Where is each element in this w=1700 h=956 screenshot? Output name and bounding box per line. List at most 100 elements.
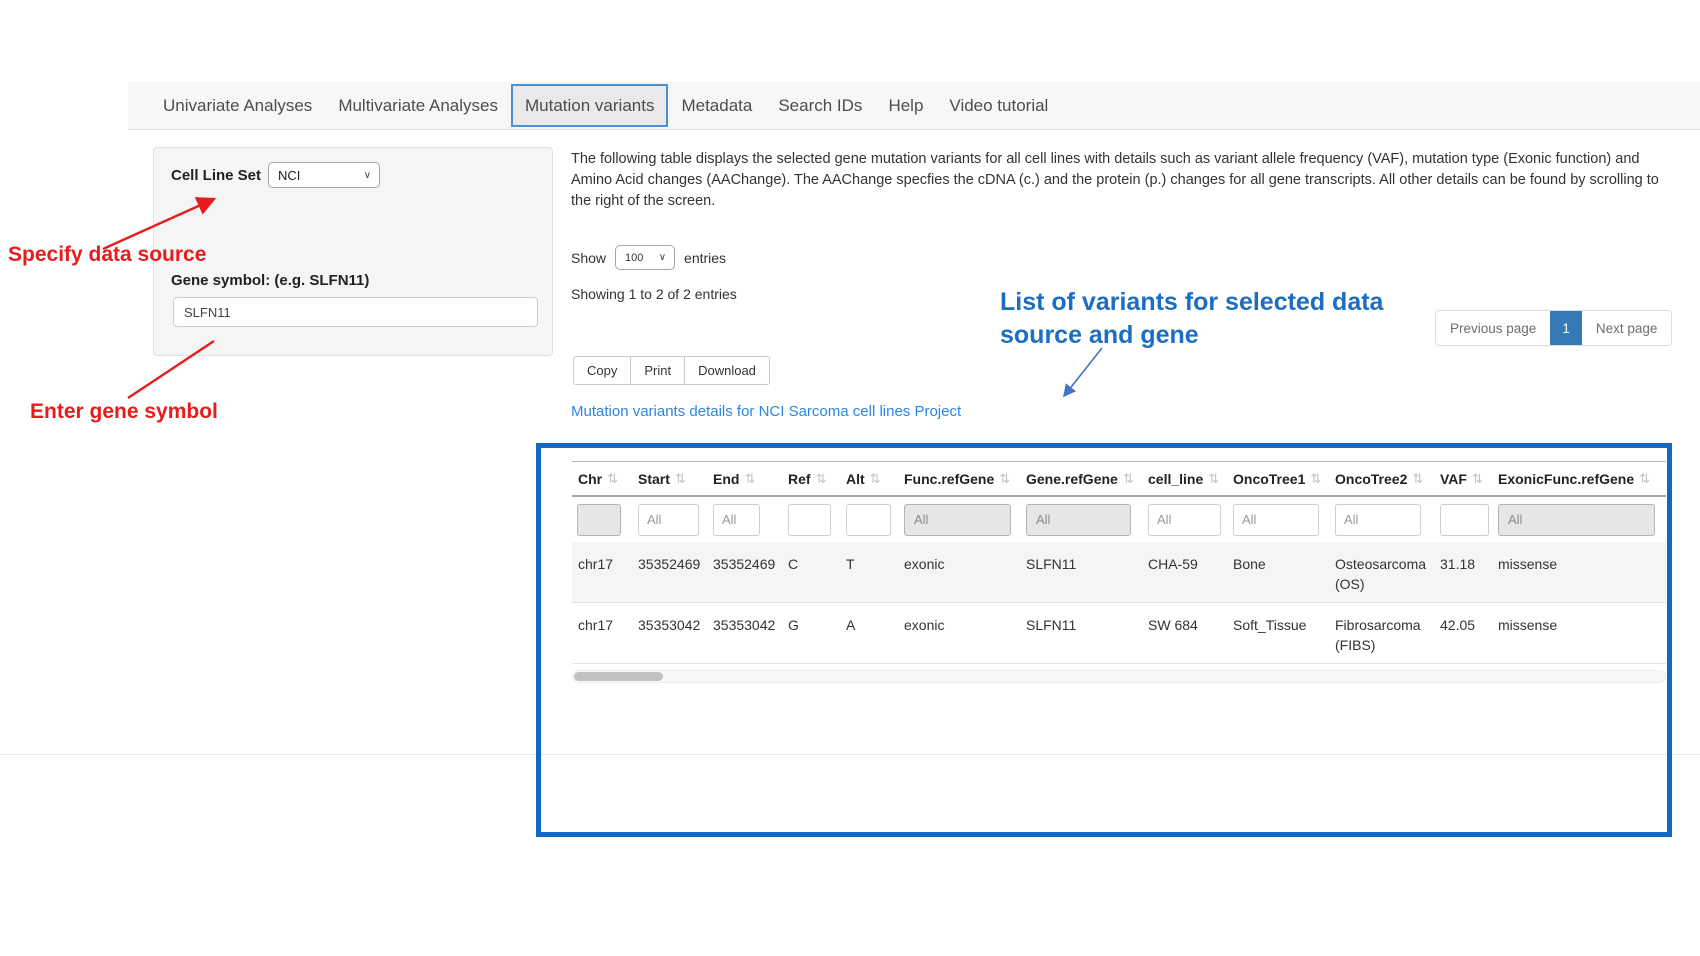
show-entries-select[interactable]: 100 ∨ (615, 245, 675, 270)
column-filter-cell-line[interactable] (1148, 504, 1221, 536)
column-header-label: cell_line (1148, 471, 1203, 487)
sort-icon[interactable]: ⇅ (675, 471, 686, 487)
cell-line-set-label: Cell Line Set (171, 167, 261, 184)
table-cell-cell-line: SW 684 (1148, 603, 1233, 663)
sort-icon[interactable]: ⇅ (607, 471, 618, 487)
filter-cell-gene-refgene: All (1026, 504, 1148, 536)
column-header-end[interactable]: End ⇅ (713, 462, 788, 495)
column-filter-start[interactable] (638, 504, 699, 536)
chevron-down-icon: ∨ (645, 252, 666, 263)
column-header-start[interactable]: Start⇅ (638, 462, 713, 495)
filter-cell-oncotree2 (1335, 504, 1440, 536)
scrollbar-thumb[interactable] (574, 672, 663, 681)
sort-icon[interactable]: ⇅ (744, 471, 755, 487)
sort-icon[interactable]: ⇅ (1412, 471, 1423, 487)
blue-arrow-to-table (1064, 348, 1102, 396)
table-cell-ref: G (788, 603, 846, 663)
filter-cell-start (638, 504, 713, 536)
cell-line-set-select[interactable]: NCI ∨ (268, 162, 380, 188)
column-header-chr[interactable]: Chr ⇅ (572, 462, 638, 495)
table-filter-row: All All All (572, 497, 1666, 542)
annotation-list-of-variants: List of variants for selected data sourc… (1000, 286, 1383, 352)
sort-icon[interactable]: ⇅ (1208, 471, 1219, 487)
column-header-cell-line[interactable]: cell_line ⇅ (1148, 462, 1233, 495)
tab-metadata[interactable]: Metadata (668, 82, 765, 129)
page-1-button[interactable]: 1 (1550, 311, 1582, 345)
table-cell-end: 35353042 (713, 603, 788, 663)
sort-icon[interactable]: ⇅ (870, 471, 881, 487)
column-filter-oncotree2[interactable] (1335, 504, 1421, 536)
previous-page-button[interactable]: Previous page (1436, 311, 1550, 345)
tab-univariate-analyses[interactable]: Univariate Analyses (150, 82, 325, 129)
filter-cell-oncotree1 (1233, 504, 1335, 536)
show-entries-value: 100 (625, 252, 643, 264)
table-row[interactable]: chr173535246935352469CTexonicSLFN11CHA-5… (572, 542, 1666, 603)
column-header-label: ExonicFunc.refGene (1498, 471, 1634, 487)
show-label: Show (571, 250, 606, 266)
sort-icon[interactable]: ⇅ (1472, 471, 1483, 487)
copy-button[interactable]: Copy (573, 356, 631, 385)
column-header-func-refgene[interactable]: Func.refGene⇅ (904, 462, 1026, 495)
table-cell-oncotree1: Soft_Tissue (1233, 603, 1335, 663)
column-header-oncotree1[interactable]: OncoTree1 ⇅ (1233, 462, 1335, 495)
download-button[interactable]: Download (685, 356, 770, 385)
next-page-button[interactable]: Next page (1582, 311, 1672, 345)
print-button[interactable]: Print (631, 356, 685, 385)
table-cell-exonicfunc-refgene: missense (1498, 542, 1666, 602)
tab-video-tutorial[interactable]: Video tutorial (936, 82, 1061, 129)
table-row[interactable]: chr173535304235353042GAexonicSLFN11SW 68… (572, 603, 1666, 664)
annotation-specify-data-source: Specify data source (8, 243, 206, 267)
table-cell-func-refgene: exonic (904, 603, 1026, 663)
table-cell-gene-refgene: SLFN11 (1026, 603, 1148, 663)
table-cell-func-refgene: exonic (904, 542, 1026, 602)
filter-cell-ref (788, 504, 846, 536)
table-cell-ref: C (788, 542, 846, 602)
column-filter-gene-refgene[interactable]: All (1026, 504, 1131, 536)
table-cell-oncotree2: Osteosarcoma (OS) (1335, 542, 1440, 602)
tab-multivariate-analyses[interactable]: Multivariate Analyses (325, 82, 511, 129)
column-filter-end[interactable] (713, 504, 760, 536)
filter-cell-func-refgene: All (904, 504, 1026, 536)
column-filter-exonicfunc-refgene[interactable]: All (1498, 504, 1655, 536)
tab-help[interactable]: Help (875, 82, 936, 129)
gene-symbol-input[interactable] (173, 297, 538, 327)
column-filter-oncotree1[interactable] (1233, 504, 1319, 536)
tab-search-ids[interactable]: Search IDs (765, 82, 875, 129)
column-header-gene-refgene[interactable]: Gene.refGene⇅ (1026, 462, 1148, 495)
chevron-down-icon: ∨ (338, 170, 371, 181)
table-cell-oncotree1: Bone (1233, 542, 1335, 602)
sort-icon[interactable]: ⇅ (816, 471, 827, 487)
column-header-label: End (713, 471, 739, 487)
table-cell-exonicfunc-refgene: missense (1498, 603, 1666, 663)
table-cell-vaf: 42.05 (1440, 603, 1498, 663)
column-header-label: Ref (788, 471, 811, 487)
table-caption-link[interactable]: Mutation variants details for NCI Sarcom… (571, 403, 961, 420)
tab-mutation-variants[interactable]: Mutation variants (511, 84, 668, 127)
sort-icon[interactable]: ⇅ (1123, 471, 1134, 487)
column-header-label: OncoTree1 (1233, 471, 1305, 487)
column-header-label: Alt (846, 471, 865, 487)
column-header-label: Chr (578, 471, 602, 487)
column-header-alt[interactable]: Alt ⇅ (846, 462, 904, 495)
column-header-oncotree2[interactable]: OncoTree2⇅ (1335, 462, 1440, 495)
horizontal-scrollbar[interactable] (572, 670, 1666, 683)
column-filter-vaf[interactable] (1440, 504, 1489, 536)
table-cell-start: 35353042 (638, 603, 713, 663)
entries-label: entries (684, 250, 726, 266)
column-filter-alt[interactable] (846, 504, 891, 536)
sort-icon[interactable]: ⇅ (999, 471, 1010, 487)
column-header-label: VAF (1440, 471, 1467, 487)
column-filter-chr[interactable] (577, 504, 621, 536)
table-cell-alt: A (846, 603, 904, 663)
sort-icon[interactable]: ⇅ (1639, 471, 1650, 487)
column-header-ref[interactable]: Ref ⇅ (788, 462, 846, 495)
column-filter-ref[interactable] (788, 504, 831, 536)
show-entries-row: Show 100 ∨ entries (571, 245, 726, 270)
column-filter-func-refgene[interactable]: All (904, 504, 1011, 536)
sort-icon[interactable]: ⇅ (1310, 471, 1321, 487)
filter-cell-chr (572, 504, 638, 536)
column-header-vaf[interactable]: VAF ⇅ (1440, 462, 1498, 495)
variants-table: Chr⇅Start⇅End⇅Ref⇅Alt⇅Func.refGene⇅Gene.… (572, 461, 1666, 683)
table-cell-start: 35352469 (638, 542, 713, 602)
column-header-exonicfunc-refgene[interactable]: ExonicFunc.refGene ⇅ (1498, 462, 1666, 495)
